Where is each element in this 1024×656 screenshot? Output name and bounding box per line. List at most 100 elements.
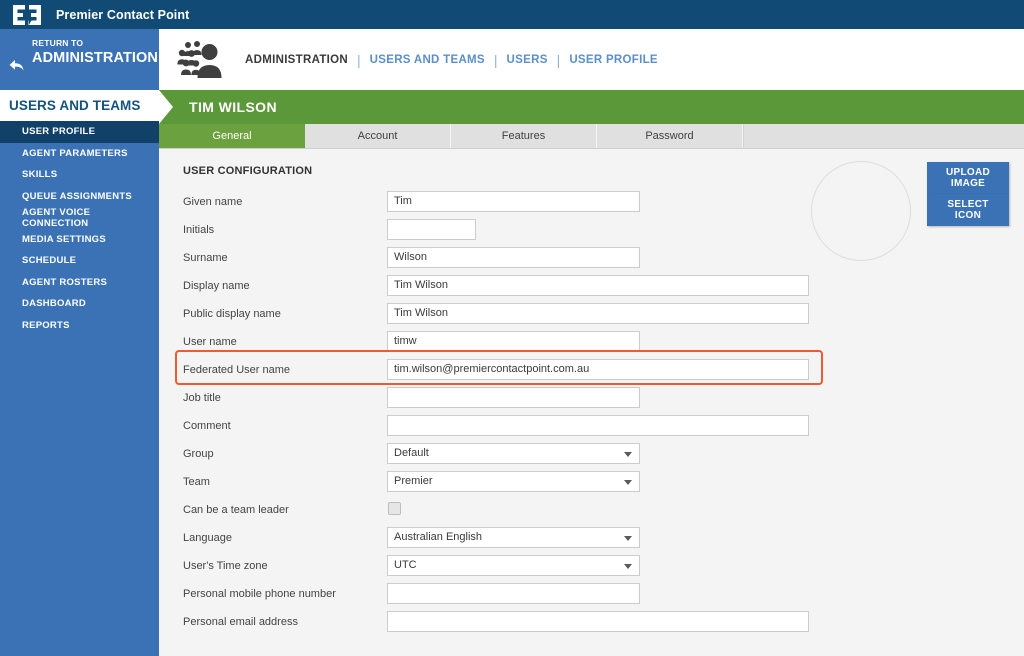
field-row-public-display-name: Public display name Tim Wilson: [159, 302, 1024, 330]
field-label: User name: [183, 336, 237, 348]
sidebar-item-label: DASHBOARD: [22, 298, 86, 310]
tab-account[interactable]: Account: [305, 124, 451, 148]
tab-label: Password: [645, 130, 694, 142]
page-title: TIM WILSON: [189, 99, 277, 115]
field-row-display-name: Display name Tim Wilson: [159, 274, 1024, 302]
federated-user-name-input[interactable]: tim.wilson@premiercontactpoint.com.au: [387, 359, 809, 380]
sidebar-section-title: USERS AND TEAMS: [0, 90, 159, 121]
brand-title: Premier Contact Point: [56, 7, 190, 22]
users-group-icon: [177, 39, 231, 81]
sidebar-nav-list: USER PROFILE AGENT PARAMETERS SKILLS QUE…: [0, 121, 159, 336]
group-select-value: Default: [394, 447, 429, 459]
sidebar-item-reports[interactable]: REPORTS: [0, 314, 159, 336]
breadcrumb-link-users-and-teams[interactable]: USERS AND TEAMS: [370, 54, 485, 66]
field-label: Public display name: [183, 308, 281, 320]
language-select-value: Australian English: [394, 531, 483, 543]
chevron-down-icon: [624, 480, 632, 485]
main-content: USER CONFIGURATION Given name Tim Initia…: [159, 149, 1024, 656]
sidebar-item-label: AGENT PARAMETERS: [22, 147, 128, 159]
sidebar-item-label: REPORTS: [22, 319, 70, 331]
user-configuration-form: Given name Tim Initials Surname Wilson D…: [159, 190, 1024, 638]
personal-email-input[interactable]: [387, 611, 809, 632]
sidebar-item-queue-assignments[interactable]: QUEUE ASSIGNMENTS: [0, 185, 159, 207]
sidebar-item-label: SCHEDULE: [22, 255, 77, 267]
sidebar-item-dashboard[interactable]: DASHBOARD: [0, 293, 159, 315]
top-brand-bar: Premier Contact Point: [0, 0, 1024, 29]
chevron-down-icon: [624, 564, 632, 569]
field-row-language: Language Australian English: [159, 526, 1024, 554]
chevron-down-icon: [624, 452, 632, 457]
administration-label: ADMINISTRATION: [32, 50, 158, 66]
chevron-down-icon: [624, 536, 632, 541]
personal-mobile-phone-input[interactable]: [387, 583, 640, 604]
breadcrumb-bar: ADMINISTRATION | USERS AND TEAMS | USERS…: [159, 29, 1024, 90]
upload-image-button[interactable]: UPLOAD IMAGE: [927, 162, 1009, 194]
sidebar-item-label: SKILLS: [22, 169, 58, 181]
initials-input[interactable]: [387, 219, 476, 240]
tab-label: Account: [357, 130, 398, 142]
field-label: Team: [183, 476, 210, 488]
field-label: Language: [183, 532, 232, 544]
field-label: Can be a team leader: [183, 504, 289, 516]
section-title: USER CONFIGURATION: [183, 165, 313, 177]
field-label: Personal email address: [183, 616, 298, 628]
return-to-administration-button[interactable]: RETURN TO ADMINISTRATION: [0, 29, 159, 90]
tab-password[interactable]: Password: [597, 124, 743, 148]
field-label: Initials: [183, 224, 215, 236]
time-zone-select[interactable]: UTC: [387, 555, 640, 576]
tab-general[interactable]: General: [159, 124, 305, 148]
tab-bar: General Account Features Password: [159, 124, 1024, 149]
avatar[interactable]: [811, 161, 911, 261]
public-display-name-input[interactable]: Tim Wilson: [387, 303, 809, 324]
field-row-comment: Comment: [159, 414, 1024, 442]
user-name-input[interactable]: timw: [387, 331, 640, 352]
can-be-team-leader-checkbox[interactable]: [388, 502, 401, 515]
field-row-job-title: Job title: [159, 386, 1024, 414]
sidebar-item-schedule[interactable]: SCHEDULE: [0, 250, 159, 272]
field-label: Federated User name: [183, 364, 290, 376]
breadcrumb-separator: |: [556, 51, 561, 68]
field-label: Group: [183, 448, 214, 460]
chevron-shape: [159, 90, 185, 124]
job-title-input[interactable]: [387, 387, 640, 408]
sidebar-item-agent-voice-connection[interactable]: AGENT VOICE CONNECTION: [0, 207, 159, 229]
field-row-user-name: User name timw: [159, 330, 1024, 358]
sidebar-item-skills[interactable]: SKILLS: [0, 164, 159, 186]
display-name-input[interactable]: Tim Wilson: [387, 275, 809, 296]
sidebar-item-label: AGENT ROSTERS: [22, 276, 108, 288]
breadcrumb-root: ADMINISTRATION: [245, 53, 349, 66]
surname-input[interactable]: Wilson: [387, 247, 640, 268]
sidebar-item-agent-rosters[interactable]: AGENT ROSTERS: [0, 271, 159, 293]
field-row-mobile-phone: Personal mobile phone number: [159, 582, 1024, 610]
breadcrumb-link-users[interactable]: USERS: [507, 54, 548, 66]
comment-input[interactable]: [387, 415, 809, 436]
sidebar-item-media-settings[interactable]: MEDIA SETTINGS: [0, 228, 159, 250]
breadcrumb-link-user-profile[interactable]: USER PROFILE: [569, 54, 658, 66]
group-select[interactable]: Default: [387, 443, 640, 464]
team-select-value: Premier: [394, 475, 433, 487]
time-zone-select-value: UTC: [394, 559, 417, 571]
field-row-team: Team Premier: [159, 470, 1024, 498]
field-row-personal-email: Personal email address: [159, 610, 1024, 638]
select-icon-button[interactable]: SELECT ICON: [927, 194, 1009, 226]
breadcrumb-separator: |: [493, 51, 498, 68]
back-arrow-icon: [8, 58, 26, 74]
breadcrumb: ADMINISTRATION | USERS AND TEAMS | USERS…: [245, 52, 658, 68]
field-row-group: Group Default: [159, 442, 1024, 470]
field-label: Surname: [183, 252, 228, 264]
tab-features[interactable]: Features: [451, 124, 597, 148]
team-select[interactable]: Premier: [387, 471, 640, 492]
language-select[interactable]: Australian English: [387, 527, 640, 548]
sidebar-item-agent-parameters[interactable]: AGENT PARAMETERS: [0, 142, 159, 164]
sidebar-item-user-profile[interactable]: USER PROFILE: [0, 121, 159, 143]
field-label: Comment: [183, 420, 231, 432]
field-row-federated-user-name: Federated User name tim.wilson@premierco…: [159, 358, 1024, 386]
tab-bar-filler: [743, 124, 1024, 148]
breadcrumb-separator: |: [357, 51, 361, 68]
sidebar-item-label: AGENT VOICE CONNECTION: [22, 206, 91, 229]
application-window: Premier Contact Point RETURN TO ADMINIST…: [0, 0, 1024, 656]
given-name-input[interactable]: Tim: [387, 191, 640, 212]
field-row-time-zone: User's Time zone UTC: [159, 554, 1024, 582]
page-header-bar: TIM WILSON: [159, 90, 1024, 124]
field-label: Personal mobile phone number: [183, 588, 336, 600]
